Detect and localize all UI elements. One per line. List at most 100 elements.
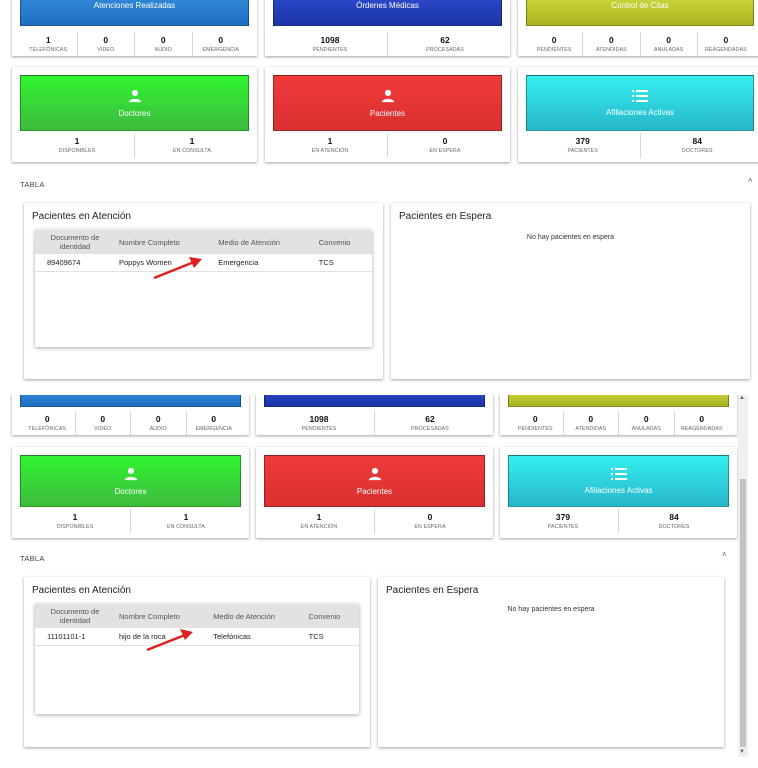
stat-label: ANULADAS (653, 47, 684, 53)
stat-label: REAGENDADAS (680, 426, 723, 432)
stat-procesadas: 62 PROCESADAS (374, 411, 485, 435)
stat-label: EN ESPERA (414, 524, 446, 530)
screenshot-top: Atenciones Realizadas 1 TELEFÓNICAS 0 VIDE… (0, 0, 758, 392)
scroll-up-arrow-icon[interactable]: ▲ (739, 395, 745, 401)
stat-label: EN ESPERA (429, 148, 461, 154)
person-icon (128, 89, 142, 105)
stat-label: ATENDIDAS (595, 47, 627, 53)
stat-video: 0 VIDEO (74, 411, 131, 435)
card-header-ordenes[interactable] (264, 395, 485, 407)
stat-value: 0 (699, 414, 705, 424)
panel-title: Pacientes en Espera (386, 585, 479, 596)
stat-label: PACIENTES (547, 524, 579, 530)
card-header-citas[interactable]: Control de Citas (526, 0, 754, 26)
stat-en-atencion: 1 EN ATENCIÓN (273, 133, 387, 158)
card-title: Doctores (114, 486, 147, 496)
empty-message: No hay pacientes en espera (526, 234, 615, 241)
stat-emergencia: 0 EMERGENCIA (185, 411, 242, 435)
stat-value: 1 (183, 512, 189, 522)
cell-documento: 11101101-1 (35, 628, 115, 646)
stat-pendientes: 0 PENDIENTES (508, 411, 563, 435)
chevron-up-icon[interactable]: ˄ (722, 550, 727, 559)
card-ordenes: 1098 PENDIENTES 62 PROCESADAS (256, 395, 493, 435)
card-header-ordenes[interactable]: Órdenes Médicas (273, 0, 502, 26)
stat-value: 62 (440, 35, 450, 45)
stat-pendientes: 0 PENDIENTES (526, 32, 582, 56)
card-pacientes: Pacientes 1 EN ATENCIÓN 0 EN ESPERA (265, 67, 510, 162)
stat-value: 0 (427, 512, 433, 522)
scroll-down-arrow-icon[interactable]: ▼ (739, 749, 745, 755)
vertical-scrollbar[interactable]: ▲ ▼ (738, 395, 748, 757)
stat-pacientes: 379 PACIENTES (526, 133, 640, 158)
stat-label: ATENDIDAS (575, 426, 607, 432)
stat-value: 1 (327, 136, 333, 146)
stat-doctores: 84 DOCTORES (639, 133, 755, 158)
stat-label: REAGENDADAS (705, 47, 747, 53)
stat-value: 379 (575, 136, 590, 146)
card-title: Doctores (118, 108, 151, 118)
stat-value: 0 (211, 414, 217, 424)
stat-label: EN ATENCIÓN (311, 148, 349, 154)
col-medio[interactable]: Medio de Atención (214, 230, 315, 254)
stat-pacientes: 379 PACIENTES (508, 509, 618, 534)
stat-label: EN ATENCIÓN (300, 524, 338, 530)
panel-pacientes-atencion: Pacientes en Atención Documento de ident… (24, 203, 383, 379)
stat-value: 0 (551, 35, 557, 45)
card-header-atenciones[interactable] (20, 395, 241, 407)
col-documento[interactable]: Documento de identidad (35, 230, 115, 254)
stat-label: PENDIENTES (536, 47, 572, 53)
empty-message: No hay pacientes en espera (507, 606, 595, 613)
scrollbar-thumb[interactable] (740, 479, 746, 747)
card-afiliaciones: Afiliaciones Activas 379 PACIENTES 84 DOCT… (500, 447, 737, 538)
card-header-doctores[interactable]: Doctores (20, 75, 249, 131)
card-header-atenciones[interactable]: Atenciones Realizadas (20, 0, 249, 26)
stat-label: AUDIO (149, 426, 167, 432)
stat-value: 0 (103, 35, 109, 45)
card-citas: 0 PENDIENTES 0 ATENDIDAS 0 ANULADAS 0 REAGEN… (500, 395, 737, 435)
col-nombre[interactable]: Nombre Completo (115, 230, 215, 254)
stat-value: 0 (609, 35, 614, 45)
card-title: Afiliaciones Activas (605, 107, 675, 117)
col-nombre[interactable]: Nombre Completo (115, 604, 210, 628)
col-convenio[interactable]: Convenio (304, 604, 359, 628)
stat-label: TELEFÓNICAS (28, 426, 67, 432)
stats-row: 1098 PENDIENTES 62 PROCESADAS (273, 32, 502, 56)
stat-value: 0 (666, 35, 671, 45)
card-header-afiliaciones[interactable]: Afiliaciones Activas (526, 75, 754, 131)
stat-atendidas: 0 ATENDIDAS (562, 411, 619, 435)
list-icon (610, 467, 627, 482)
stat-en-espera: 0 EN ESPERA (387, 133, 502, 158)
card-header-doctores[interactable]: Doctores (20, 455, 241, 507)
stats-row: 379 PACIENTES 84 DOCTORES (508, 509, 729, 534)
stat-label: PENDIENTES (312, 47, 348, 53)
stats-row: 379 PACIENTES 84 DOCTORES (526, 133, 754, 158)
stat-value: 1 (45, 35, 51, 45)
cell-convenio: TCS (314, 254, 372, 272)
card-header-afiliaciones[interactable]: Afiliaciones Activas (508, 455, 729, 507)
stat-atendidas: 0 ATENDIDAS (582, 32, 639, 56)
stats-row: 0 TELEFÓNICAS 0 VIDEO 0 AUDIO 0 EMERGENCIA (20, 411, 241, 435)
stat-audio: 0 AUDIO (134, 32, 192, 56)
card-title: Pacientes (369, 108, 406, 118)
panel-pacientes-espera: Pacientes en Espera No hay pacientes en … (378, 577, 724, 747)
section-header-tabla[interactable]: TABLA (20, 180, 45, 189)
col-documento[interactable]: Documento de identidad (35, 604, 115, 628)
section-header-tabla[interactable]: TABLA (20, 554, 45, 563)
stat-label: VIDEO (94, 426, 112, 432)
col-medio[interactable]: Medio de Atención (209, 604, 305, 628)
stat-en-consulta: 1 EN CONSULTA (130, 509, 241, 534)
red-arrow-annotation (153, 257, 202, 280)
stat-emergencia: 0 EMERGENCIA (191, 32, 250, 56)
card-header-pacientes[interactable]: Pacientes (264, 455, 485, 507)
red-arrow-annotation (146, 629, 193, 652)
card-atenciones: Atenciones Realizadas 1 TELEFÓNICAS 0 VIDE… (12, 0, 257, 56)
card-header-pacientes[interactable]: Pacientes (273, 75, 502, 131)
card-header-citas[interactable] (508, 395, 729, 407)
stat-en-espera: 0 EN ESPERA (374, 509, 485, 534)
stat-label: ANULADAS (631, 426, 661, 432)
chevron-up-icon[interactable]: ˄ (748, 176, 753, 185)
person-icon (124, 467, 138, 483)
stat-value: 0 (532, 414, 538, 424)
col-convenio[interactable]: Convenio (314, 230, 372, 254)
card-title: Afiliaciones Activas (584, 485, 653, 495)
